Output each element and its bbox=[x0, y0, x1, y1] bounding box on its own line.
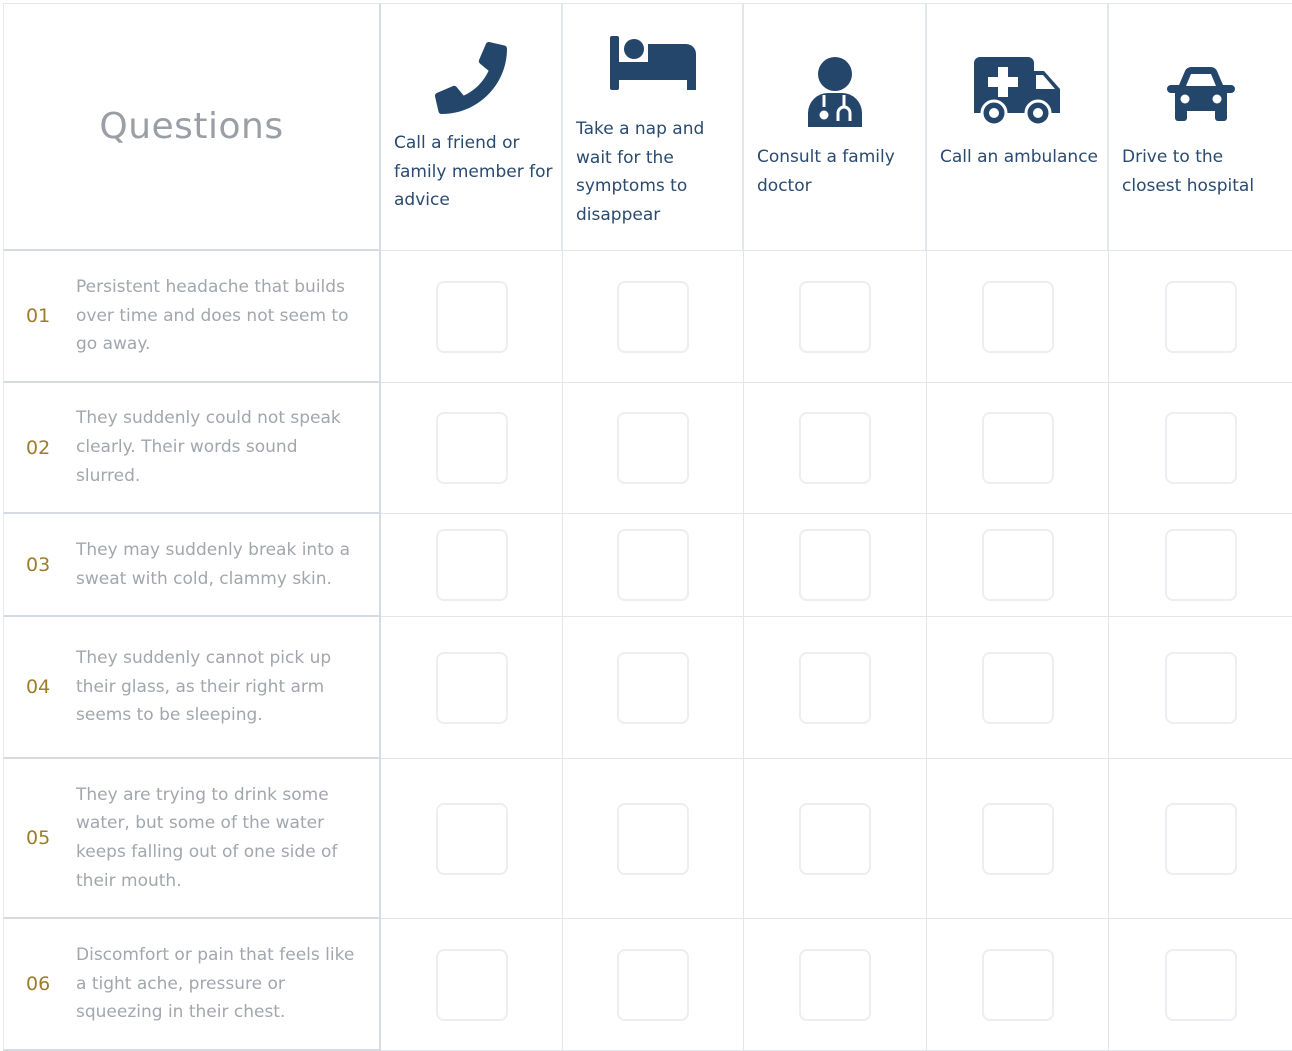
option-label-consult-doctor: Consult a family doctor bbox=[757, 147, 895, 196]
question-row: 06 Discomfort or pain that feels like a … bbox=[3, 919, 381, 1051]
answer-checkbox-call-friend[interactable] bbox=[435, 651, 508, 724]
question-number: 04 bbox=[26, 676, 51, 698]
answer-cell bbox=[744, 759, 927, 919]
answer-cell bbox=[381, 759, 563, 919]
answer-checkbox-call-ambulance[interactable] bbox=[981, 651, 1054, 724]
answer-cell bbox=[927, 514, 1109, 617]
answer-cell bbox=[927, 919, 1109, 1051]
answer-checkbox-call-ambulance[interactable] bbox=[981, 802, 1054, 875]
answer-cell bbox=[381, 617, 563, 759]
answer-cell bbox=[381, 514, 563, 617]
answer-checkbox-take-nap[interactable] bbox=[617, 280, 689, 353]
answer-cell bbox=[381, 251, 563, 383]
question-text: They may suddenly break into a sweat wit… bbox=[76, 539, 351, 589]
option-header-call-ambulance: Call an ambulance bbox=[927, 4, 1109, 251]
question-row: 05 They are trying to drink some water, … bbox=[3, 759, 381, 919]
question-row: 04 They suddenly cannot pick up their gl… bbox=[3, 617, 381, 759]
question-number: 01 bbox=[26, 305, 51, 327]
answer-cell bbox=[563, 759, 744, 919]
answer-cell bbox=[1109, 617, 1292, 759]
option-label-call-ambulance: Call an ambulance bbox=[940, 147, 1098, 167]
answer-checkbox-call-ambulance[interactable] bbox=[981, 412, 1054, 484]
answer-cell bbox=[927, 759, 1109, 919]
answer-checkbox-call-ambulance[interactable] bbox=[981, 948, 1054, 1021]
answer-cell bbox=[744, 251, 927, 383]
answer-cell bbox=[381, 383, 563, 514]
option-label-drive-hospital: Drive to the closest hospital bbox=[1122, 147, 1255, 196]
option-header-drive-hospital: Drive to the closest hospital bbox=[1109, 4, 1292, 251]
question-number: 06 bbox=[26, 973, 51, 995]
answer-cell bbox=[1109, 514, 1292, 617]
answer-checkbox-consult-doctor[interactable] bbox=[799, 651, 871, 724]
question-text: Discomfort or pain that feels like a tig… bbox=[76, 944, 355, 1023]
answer-checkbox-call-friend[interactable] bbox=[435, 412, 508, 484]
questionnaire-table: Questions Call a friend or family member… bbox=[3, 3, 1292, 1051]
phone-icon bbox=[435, 42, 507, 114]
question-row: 02 They suddenly could not speak clearly… bbox=[3, 383, 381, 514]
answer-cell bbox=[927, 251, 1109, 383]
answer-checkbox-call-friend[interactable] bbox=[435, 529, 508, 601]
answer-cell bbox=[563, 383, 744, 514]
answer-checkbox-drive-hospital[interactable] bbox=[1164, 529, 1237, 601]
bed-icon bbox=[609, 36, 696, 90]
answer-checkbox-consult-doctor[interactable] bbox=[799, 412, 871, 484]
car-icon bbox=[1166, 67, 1235, 121]
answer-cell bbox=[563, 514, 744, 617]
answer-checkbox-consult-doctor[interactable] bbox=[799, 280, 871, 353]
answer-cell bbox=[1109, 759, 1292, 919]
option-header-take-nap: Take a nap and wait for the symptoms to … bbox=[563, 4, 744, 251]
answer-cell bbox=[927, 617, 1109, 759]
answer-checkbox-take-nap[interactable] bbox=[617, 529, 689, 601]
answer-checkbox-call-friend[interactable] bbox=[435, 802, 508, 875]
doctor-icon bbox=[804, 57, 866, 127]
question-number: 05 bbox=[26, 827, 51, 849]
option-header-call-friend: Call a friend or family member for advic… bbox=[381, 4, 563, 251]
ambulance-icon bbox=[974, 57, 1060, 127]
questions-title: Questions bbox=[99, 106, 284, 147]
question-text: They suddenly could not speak clearly. T… bbox=[76, 408, 341, 486]
question-text: They are trying to drink some water, but… bbox=[76, 784, 338, 891]
question-number: 02 bbox=[26, 436, 51, 459]
answer-cell bbox=[744, 919, 927, 1051]
question-number: 03 bbox=[26, 553, 51, 576]
option-label-take-nap: Take a nap and wait for the symptoms to … bbox=[576, 119, 705, 225]
answer-cell bbox=[744, 514, 927, 617]
answer-checkbox-drive-hospital[interactable] bbox=[1164, 280, 1237, 353]
answer-checkbox-take-nap[interactable] bbox=[617, 948, 689, 1021]
answer-checkbox-drive-hospital[interactable] bbox=[1164, 412, 1237, 484]
answer-cell bbox=[744, 383, 927, 514]
question-row: 01 Persistent headache that builds over … bbox=[3, 251, 381, 383]
answer-cell bbox=[1109, 251, 1292, 383]
answer-cell bbox=[563, 251, 744, 383]
answer-checkbox-call-friend[interactable] bbox=[435, 948, 508, 1021]
answer-checkbox-call-friend[interactable] bbox=[435, 280, 508, 353]
questions-header: Questions bbox=[3, 4, 381, 251]
answer-checkbox-call-ambulance[interactable] bbox=[981, 529, 1054, 601]
answer-checkbox-consult-doctor[interactable] bbox=[799, 948, 871, 1021]
answer-cell bbox=[927, 383, 1109, 514]
question-text: They suddenly cannot pick up their glass… bbox=[76, 647, 332, 726]
answer-cell bbox=[744, 617, 927, 759]
answer-checkbox-drive-hospital[interactable] bbox=[1164, 802, 1237, 875]
question-row: 03 They may suddenly break into a sweat … bbox=[3, 514, 381, 617]
option-label-call-friend: Call a friend or family member for advic… bbox=[394, 133, 553, 210]
answer-checkbox-consult-doctor[interactable] bbox=[799, 529, 871, 601]
answer-cell bbox=[1109, 383, 1292, 514]
answer-cell bbox=[1109, 919, 1292, 1051]
answer-checkbox-consult-doctor[interactable] bbox=[799, 802, 871, 875]
answer-cell bbox=[381, 919, 563, 1051]
answer-checkbox-drive-hospital[interactable] bbox=[1164, 948, 1237, 1021]
answer-checkbox-drive-hospital[interactable] bbox=[1164, 651, 1237, 724]
answer-cell bbox=[563, 617, 744, 759]
answer-checkbox-take-nap[interactable] bbox=[617, 802, 689, 875]
answer-checkbox-take-nap[interactable] bbox=[617, 651, 689, 724]
answer-checkbox-take-nap[interactable] bbox=[617, 412, 689, 484]
answer-checkbox-call-ambulance[interactable] bbox=[981, 280, 1054, 353]
option-header-consult-doctor: Consult a family doctor bbox=[744, 4, 927, 251]
answer-cell bbox=[563, 919, 744, 1051]
question-text: Persistent headache that builds over tim… bbox=[76, 276, 349, 355]
